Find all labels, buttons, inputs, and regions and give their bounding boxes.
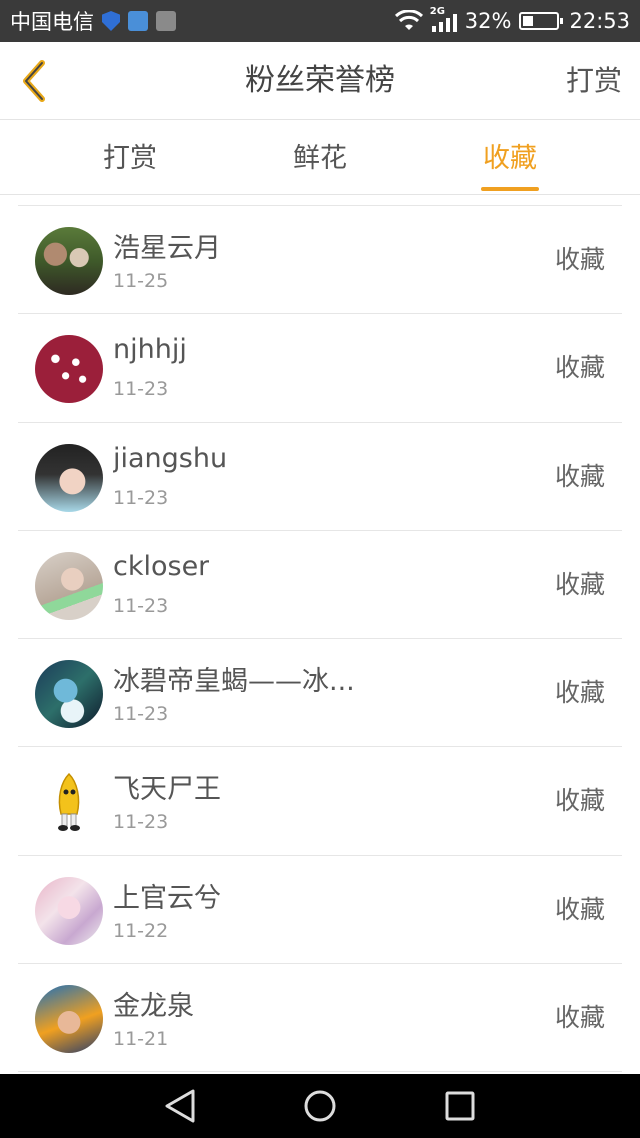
status-bar: 中国电信 2G 32% 22:53	[0, 0, 640, 42]
avatar[interactable]	[35, 443, 103, 512]
nav-back-button[interactable]	[160, 1086, 200, 1126]
image-notification-icon	[156, 11, 176, 31]
reward-button[interactable]: 打赏	[566, 42, 622, 120]
fan-action: 收藏	[554, 353, 605, 383]
wifi-icon	[394, 9, 424, 32]
header: 粉丝荣誉榜 打赏	[0, 42, 640, 120]
shield-icon	[102, 11, 120, 31]
signal-bar	[438, 22, 443, 32]
fan-action: 收藏	[554, 245, 605, 274]
fan-action: 收藏	[554, 786, 605, 816]
signal-bar	[431, 26, 436, 32]
fan-name: 上官云兮	[113, 882, 221, 914]
tab-favorites[interactable]: 收藏	[415, 121, 605, 195]
fan-list: 浩星云月 11-25 收藏 njhhjj 11-23 收藏 jiangshu 1…	[18, 205, 622, 1073]
avatar[interactable]	[35, 660, 103, 729]
fan-action: 收藏	[554, 569, 605, 599]
clock: 22:53	[569, 9, 630, 33]
signal-bar	[452, 14, 457, 32]
fan-date: 11-25	[113, 270, 169, 292]
battery-fill	[523, 16, 534, 26]
avatar[interactable]	[35, 551, 103, 620]
list-item[interactable]: jiangshu 11-23 收藏	[18, 423, 622, 531]
nav-home-button[interactable]	[300, 1086, 340, 1126]
home-icon	[304, 1090, 336, 1122]
avatar[interactable]	[35, 227, 103, 295]
fan-name: 浩星云月	[113, 233, 221, 264]
tab-flowers[interactable]: 鲜花	[225, 121, 415, 195]
status-left: 中国电信	[10, 6, 176, 36]
list-item[interactable]: njhhjj 11-23 收藏	[18, 314, 622, 423]
fan-name: 冰碧帝皇蝎——冰...	[113, 666, 355, 698]
avatar[interactable]	[35, 768, 103, 837]
fan-name: njhhjj	[113, 334, 187, 366]
back-icon	[165, 1089, 195, 1123]
list-item[interactable]: 冰碧帝皇蝎——冰... 11-23 收藏	[18, 639, 622, 748]
fan-name: 金龙泉	[113, 991, 194, 1023]
fan-date: 11-23	[113, 594, 169, 617]
app-notification-icon	[128, 11, 148, 31]
fan-date: 11-23	[113, 378, 169, 401]
fan-date: 11-21	[113, 1028, 169, 1051]
avatar[interactable]	[35, 876, 103, 945]
fan-action: 收藏	[554, 1003, 605, 1033]
fan-name: jiangshu	[113, 442, 228, 474]
battery-percent: 32%	[464, 9, 512, 33]
recents-icon	[445, 1091, 475, 1121]
list-item[interactable]: 上官云兮 11-22 收藏	[18, 856, 622, 965]
list-item[interactable]: 飞天尸王 11-23 收藏	[18, 747, 622, 856]
fan-action: 收藏	[554, 894, 605, 924]
tab-bar: 打赏 鲜花 收藏	[0, 121, 640, 195]
banana-character-icon	[58, 773, 80, 832]
signal-bar	[445, 18, 450, 32]
fan-date: 11-23	[113, 486, 169, 509]
list-item[interactable]: ckloser 11-23 收藏	[18, 531, 622, 640]
carrier-name: 中国电信	[10, 10, 94, 34]
signal-icon: 2G	[430, 6, 457, 32]
avatar[interactable]	[35, 335, 103, 404]
fan-name: 飞天尸王	[113, 774, 221, 806]
system-nav-bar	[0, 1074, 640, 1138]
tab-reward[interactable]: 打赏	[35, 121, 225, 195]
fan-date: 11-23	[113, 811, 169, 834]
fan-action: 收藏	[554, 678, 605, 708]
battery-icon	[519, 12, 564, 30]
fan-action: 收藏	[554, 461, 605, 491]
avatar[interactable]	[35, 985, 103, 1054]
fan-name: ckloser	[113, 550, 210, 582]
fan-date: 11-22	[113, 919, 169, 942]
nav-recents-button[interactable]	[440, 1086, 480, 1126]
network-type: 2G	[429, 6, 445, 17]
list-item[interactable]: 金龙泉 11-21 收藏	[18, 964, 622, 1073]
page-title: 粉丝荣誉榜	[245, 63, 395, 98]
fan-date: 11-23	[113, 703, 169, 726]
status-right: 2G 32% 22:53	[394, 6, 630, 33]
list-item[interactable]: 浩星云月 11-25 收藏	[18, 206, 622, 315]
